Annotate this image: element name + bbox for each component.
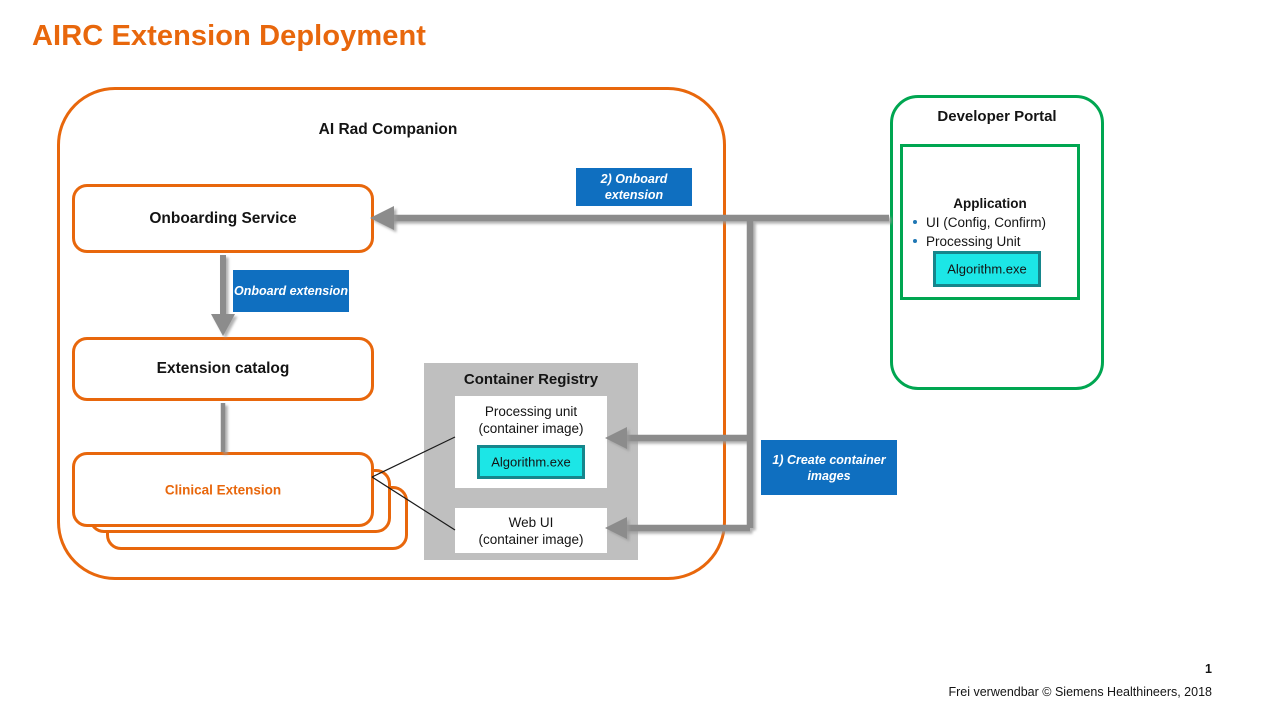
application-bullet-list: UI (Config, Confirm) Processing Unit <box>908 213 1078 251</box>
onboarding-service-label: Onboarding Service <box>75 210 371 228</box>
bullet-dot-icon <box>913 220 917 224</box>
developer-portal-title: Developer Portal <box>890 105 1104 129</box>
algorithm-exe-portal-label: Algorithm.exe <box>936 262 1038 277</box>
extension-catalog-label: Extension catalog <box>75 360 371 378</box>
web-ui-image-box[interactable]: Web UI (container image) <box>455 508 607 553</box>
processing-unit-line1: Processing unit <box>455 403 607 420</box>
application-bullet-2: Processing Unit <box>926 234 1021 249</box>
clinical-extension-box[interactable]: Clinical Extension <box>72 452 374 527</box>
application-bullet-1: UI (Config, Confirm) <box>926 215 1046 230</box>
bullet-dot-icon <box>913 239 917 243</box>
page-number: 1 <box>1150 660 1212 678</box>
container-registry-title: Container Registry <box>424 369 638 391</box>
list-item: UI (Config, Confirm) <box>908 213 1078 232</box>
algorithm-exe-registry-label: Algorithm.exe <box>480 455 582 470</box>
onboarding-service-box[interactable]: Onboarding Service <box>72 184 374 253</box>
algorithm-exe-portal-box[interactable]: Algorithm.exe <box>933 251 1041 287</box>
algorithm-exe-registry-box[interactable]: Algorithm.exe <box>477 445 585 479</box>
ai-rad-companion-label: AI Rad Companion <box>258 118 518 142</box>
processing-unit-line2: (container image) <box>455 420 607 437</box>
callout-create-container-images: 1) Create container images <box>761 440 897 495</box>
slide-canvas: AIRC Extension Deployment AI Rad Compani… <box>0 0 1278 720</box>
list-item: Processing Unit <box>908 232 1078 251</box>
footer-copyright: Frei verwendbar © Siemens Healthineers, … <box>812 682 1212 702</box>
application-heading: Application <box>900 194 1080 214</box>
page-title: AIRC Extension Deployment <box>32 15 832 57</box>
callout-onboard-extension-step2: 2) Onboard extension <box>576 168 692 206</box>
web-ui-line1: Web UI <box>455 514 607 531</box>
callout-onboard-extension: Onboard extension <box>233 270 349 312</box>
clinical-extension-label: Clinical Extension <box>75 482 371 497</box>
extension-catalog-box[interactable]: Extension catalog <box>72 337 374 401</box>
web-ui-line2: (container image) <box>455 531 607 548</box>
